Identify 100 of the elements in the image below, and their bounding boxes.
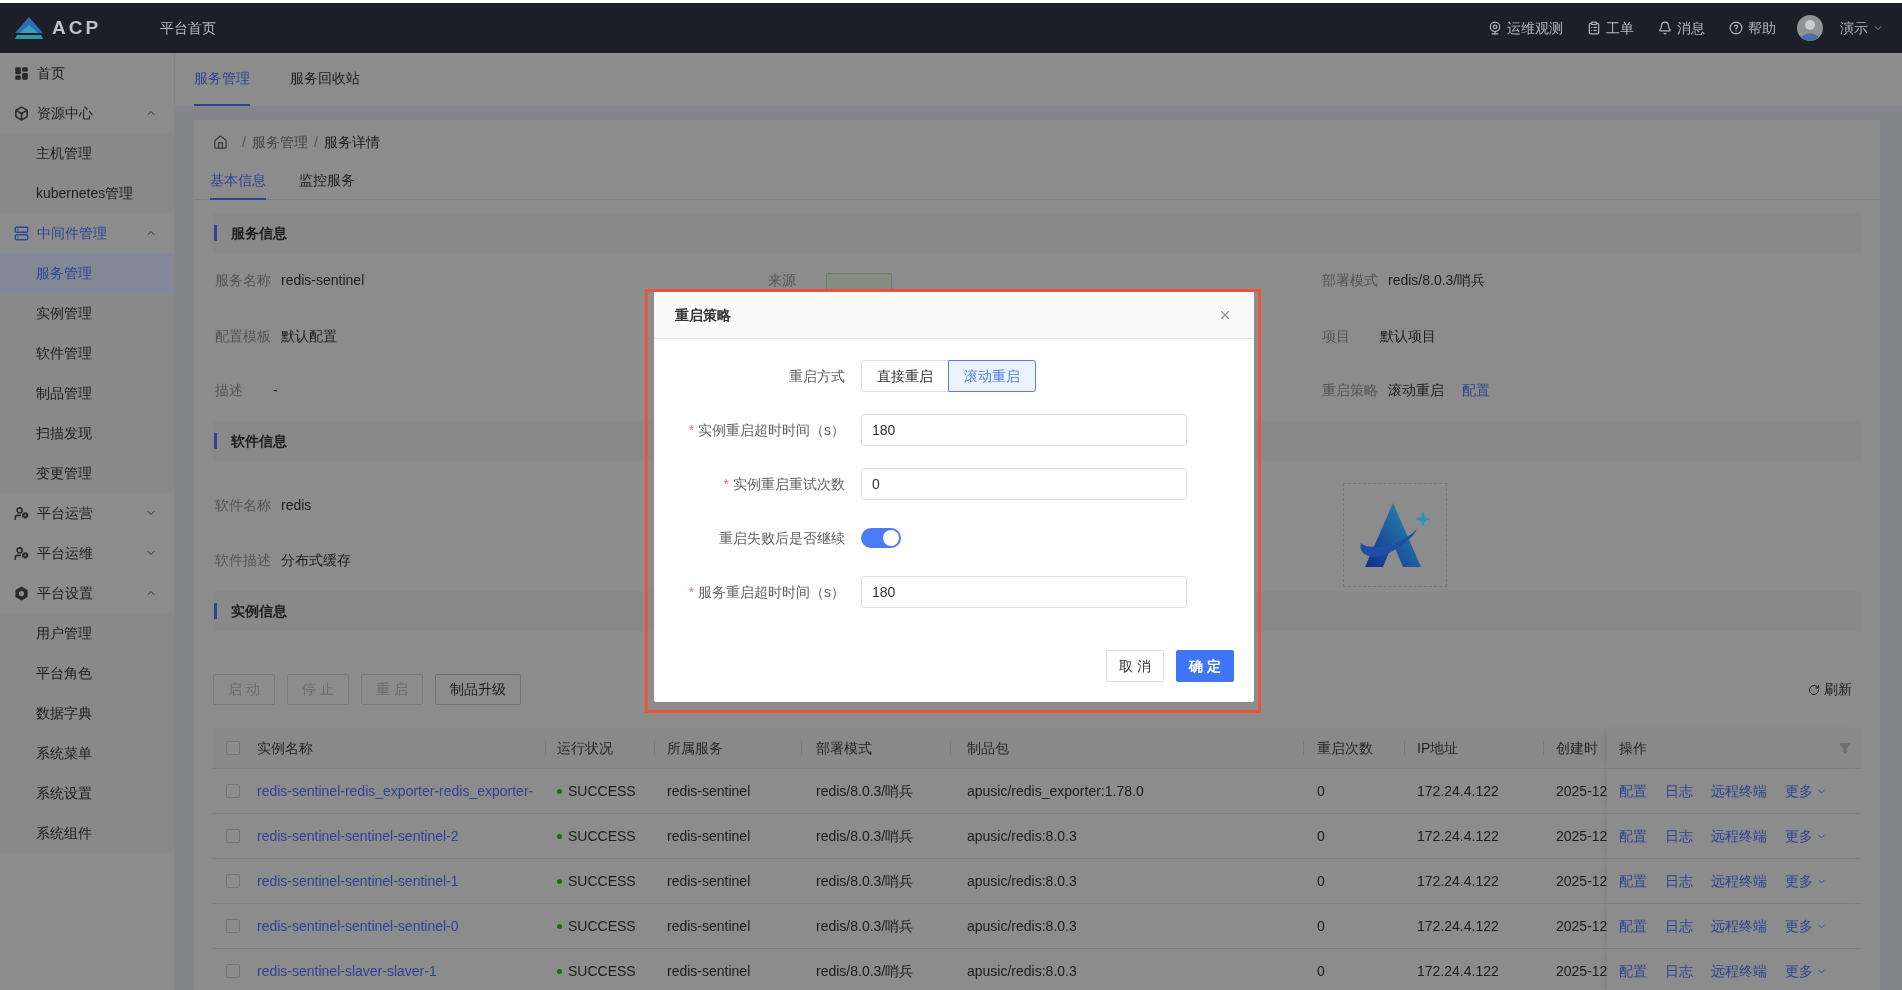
instance-name-link[interactable]: redis-sentinel-redis_exporter-redis_exporter-: [257, 780, 534, 802]
refresh-button[interactable]: 刷新: [1808, 679, 1852, 700]
row-checkbox[interactable]: [226, 919, 240, 933]
status-text: SUCCESS: [568, 826, 636, 846]
user-gear-icon: [14, 505, 29, 521]
instance-name-link[interactable]: redis-sentinel-sentinel-sentinel-1: [257, 870, 459, 892]
row-checkbox[interactable]: [226, 784, 240, 798]
more-dropdown[interactable]: 更多: [1785, 870, 1827, 892]
config-link[interactable]: 配置: [1462, 379, 1490, 401]
bell-icon: [1658, 21, 1672, 35]
text-input[interactable]: 180: [861, 414, 1187, 446]
action-link[interactable]: 远程终端: [1711, 870, 1767, 892]
action-link[interactable]: 日志: [1665, 825, 1693, 847]
sidebar-group[interactable]: 平台运维: [0, 533, 174, 573]
table-cell-text: redis/8.0.3/哨兵: [816, 871, 914, 891]
accent-bar-icon: [214, 433, 217, 449]
table-cell-text: redis-sentinel: [667, 916, 751, 936]
filter-icon[interactable]: [1839, 742, 1851, 754]
action-link[interactable]: 远程终端: [1711, 915, 1767, 937]
header-action[interactable]: 消息: [1658, 17, 1705, 39]
user-menu[interactable]: 演示: [1840, 17, 1884, 39]
action-link[interactable]: 日志: [1665, 915, 1693, 937]
field-value: 默认配置: [281, 326, 337, 346]
text-input[interactable]: 180: [861, 576, 1187, 608]
tab[interactable]: 服务回收站: [290, 53, 360, 106]
action-link[interactable]: 日志: [1665, 870, 1693, 892]
logo-text: ACP: [52, 15, 102, 40]
more-dropdown[interactable]: 更多: [1785, 825, 1827, 847]
clipboard-icon: [1587, 21, 1601, 35]
field-label: 实例重启超时时间（s）: [698, 420, 845, 440]
more-dropdown[interactable]: 更多: [1785, 780, 1827, 802]
toggle-switch[interactable]: [861, 528, 901, 548]
row-checkbox[interactable]: [226, 874, 240, 888]
table-cell-text: 172.24.4.122: [1417, 916, 1499, 936]
section-title: 服务信息: [231, 223, 287, 243]
sidebar-group[interactable]: 中间件管理: [0, 213, 174, 253]
field-label: 服务重启超时时间（s）: [698, 582, 845, 602]
sidebar-group[interactable]: 平台设置: [0, 573, 174, 613]
more-dropdown[interactable]: 更多: [1785, 915, 1827, 937]
field-label: 软件描述: [215, 551, 271, 570]
dialog-title: 重启策略: [675, 305, 731, 325]
action-link[interactable]: 配置: [1619, 825, 1647, 847]
table-cell-text: 2025-12: [1556, 871, 1608, 891]
action-link[interactable]: 远程终端: [1711, 960, 1767, 982]
tab[interactable]: 服务管理: [194, 53, 250, 106]
home-link[interactable]: 平台首页: [160, 17, 216, 39]
confirm-button[interactable]: 确 定: [1176, 650, 1234, 682]
action-link[interactable]: 日志: [1665, 780, 1693, 802]
action-link[interactable]: 配置: [1619, 870, 1647, 892]
instance-name-link[interactable]: redis-sentinel-slaver-slaver-1: [257, 960, 437, 982]
status-text: SUCCESS: [568, 916, 636, 936]
table-cell-text: 0: [1317, 781, 1325, 801]
action-link[interactable]: 配置: [1619, 915, 1647, 937]
cancel-button[interactable]: 取 消: [1106, 650, 1164, 682]
toolbar-button[interactable]: 制品升级: [434, 674, 521, 705]
action-link[interactable]: 日志: [1665, 960, 1693, 982]
header-action[interactable]: 运维观测: [1488, 17, 1563, 39]
sidebar-item[interactable]: 首页: [0, 53, 174, 93]
refresh-icon: [1808, 683, 1820, 696]
action-link[interactable]: 远程终端: [1711, 825, 1767, 847]
more-dropdown[interactable]: 更多: [1785, 960, 1827, 982]
mountain-logo-icon: [14, 16, 44, 40]
breadcrumb-separator: /: [313, 132, 318, 152]
table-cell-text: 2025-12: [1556, 826, 1608, 846]
sidebar-item[interactable]: 服务管理: [0, 253, 174, 293]
row-checkbox[interactable]: [226, 964, 240, 978]
table-cell-text: redis/8.0.3/哨兵: [816, 916, 914, 936]
close-icon[interactable]: [1218, 308, 1232, 322]
action-link[interactable]: 配置: [1619, 960, 1647, 982]
column-header: 部署模式: [816, 738, 872, 758]
action-link[interactable]: 配置: [1619, 780, 1647, 802]
action-link[interactable]: 远程终端: [1711, 780, 1767, 802]
header-action[interactable]: 工单: [1587, 17, 1634, 39]
row-checkbox[interactable]: [226, 829, 240, 843]
table-cell-text: redis-sentinel: [667, 826, 751, 846]
detail-tab[interactable]: 监控服务: [299, 152, 355, 200]
table-cell-text: 172.24.4.122: [1417, 961, 1499, 981]
hexagon-icon: [14, 585, 29, 601]
sidebar-group[interactable]: 资源中心: [0, 93, 174, 133]
avatar-icon[interactable]: [1797, 15, 1823, 41]
text-input[interactable]: 0: [861, 468, 1187, 500]
row-checkbox[interactable]: [226, 741, 240, 755]
section-title: 实例信息: [231, 601, 287, 621]
status-text: SUCCESS: [568, 781, 636, 801]
detail-tab[interactable]: 基本信息: [210, 152, 266, 200]
segment-option[interactable]: 直接重启: [861, 360, 949, 392]
sidebar-group[interactable]: 平台运营: [0, 493, 174, 533]
breadcrumb-link[interactable]: 服务管理: [251, 131, 308, 153]
instance-name-link[interactable]: redis-sentinel-sentinel-sentinel-2: [257, 825, 459, 847]
column-header: 创建时: [1556, 738, 1598, 758]
instance-name-link[interactable]: redis-sentinel-sentinel-sentinel-0: [257, 915, 459, 937]
status-text: SUCCESS: [568, 961, 636, 981]
home-icon[interactable]: [213, 134, 228, 150]
table-cell-text: 172.24.4.122: [1417, 826, 1499, 846]
table-cell-text: apusic/redis:8.0.3: [967, 871, 1077, 891]
segment-option[interactable]: 滚动重启: [948, 360, 1036, 392]
column-header: 所属服务: [667, 738, 723, 758]
table-cell-text: redis-sentinel: [667, 781, 751, 801]
header-action[interactable]: 帮助: [1729, 17, 1776, 39]
field-label: 重启失败后是否继续: [719, 528, 845, 548]
